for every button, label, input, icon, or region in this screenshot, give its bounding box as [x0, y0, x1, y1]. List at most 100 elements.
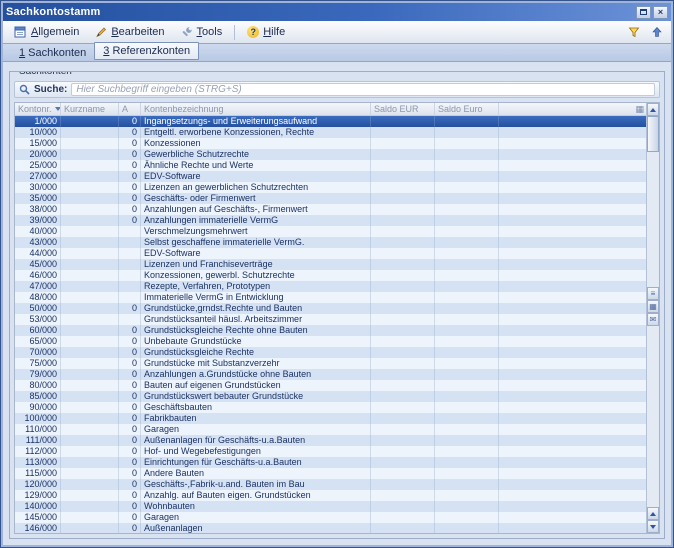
close-button[interactable]: ×	[653, 6, 668, 19]
tab-referenzkonten[interactable]: 3 Referenzkonten	[94, 42, 199, 60]
table-row[interactable]: 90/000 0 Geschäftsbauten	[15, 402, 646, 413]
table-row[interactable]: 65/000 0 Unbebaute Grundstücke	[15, 336, 646, 347]
search-input[interactable]	[71, 83, 655, 96]
table-row[interactable]: 111/000 0 Außenanlagen für Geschäfts-u.a…	[15, 435, 646, 446]
table-row[interactable]: 50/000 0 Grundstücke,grndst.Rechte und B…	[15, 303, 646, 314]
table-row[interactable]: 145/000 0 Garagen	[15, 512, 646, 523]
table-row[interactable]: 146/000 0 Außenanlagen	[15, 523, 646, 533]
cell-saldo-euro	[435, 358, 499, 369]
table-row[interactable]: 43/000 Selbst geschaffene immaterielle V…	[15, 237, 646, 248]
header-kurzname[interactable]: Kurzname	[61, 103, 119, 115]
cell-saldo-euro	[435, 160, 499, 171]
cell-kontonr: 111/000	[15, 435, 61, 446]
table-row[interactable]: 79/000 0 Anzahlungen a.Grundstücke ohne …	[15, 369, 646, 380]
table-row[interactable]: 100/000 0 Fabrikbauten	[15, 413, 646, 424]
table-row[interactable]: 38/000 0 Anzahlungen auf Geschäfts-, Fir…	[15, 204, 646, 215]
table-row[interactable]: 20/000 0 Gewerbliche Schutzrechte	[15, 149, 646, 160]
mail-tool-button[interactable]: ✉	[647, 313, 659, 326]
table-row[interactable]: 45/000 Lizenzen und Franchiseverträge	[15, 259, 646, 270]
table-header: Kontonr. Kurzname A Kontenbezeichnung Sa…	[15, 103, 646, 116]
header-kontonr[interactable]: Kontonr.	[15, 103, 61, 115]
table-row[interactable]: 70/000 0 Grundstücksgleiche Rechte	[15, 347, 646, 358]
scroll-thumb[interactable]	[647, 116, 659, 152]
cell-filler	[499, 237, 646, 248]
cell-bezeichnung: Verschmelzungsmehrwert	[141, 226, 371, 237]
cell-filler	[499, 215, 646, 226]
cell-kontonr: 20/000	[15, 149, 61, 160]
cell-saldo-euro	[435, 292, 499, 303]
cell-kontonr: 43/000	[15, 237, 61, 248]
grid-tool-button[interactable]: ▦	[647, 300, 659, 313]
header-saldo-eur[interactable]: Saldo EUR	[371, 103, 435, 115]
table-row[interactable]: 120/000 0 Geschäfts-,Fabrik-u.and. Baute…	[15, 479, 646, 490]
table-row[interactable]: 27/000 0 EDV-Software	[15, 171, 646, 182]
table-row[interactable]: 1/000 0 Ingangsetzungs- und Erweiterungs…	[15, 116, 646, 127]
scroll-track-lower[interactable]	[647, 326, 659, 507]
window-title: Sachkontostamm	[6, 6, 634, 18]
table-row[interactable]: 47/000 Rezepte, Verfahren, Prototypen	[15, 281, 646, 292]
table-row[interactable]: 129/000 0 Anzahlg. auf Bauten eigen. Gru…	[15, 490, 646, 501]
hilfe-button[interactable]: ? Hilfe	[240, 23, 292, 41]
navigate-up-button[interactable]	[647, 23, 667, 41]
scroll-up-button[interactable]	[647, 103, 659, 116]
cell-filler	[499, 523, 646, 533]
table-row[interactable]: 15/000 0 Konzessionen	[15, 138, 646, 149]
table-row[interactable]: 113/000 0 Einrichtungen für Geschäfts-u.…	[15, 457, 646, 468]
header-saldo-euro[interactable]: Saldo Euro	[435, 103, 499, 115]
table-row[interactable]: 53/000 Grundstücksanteil häusl. Arbeitsz…	[15, 314, 646, 325]
table-row[interactable]: 30/000 0 Lizenzen an gewerblichen Schutz…	[15, 182, 646, 193]
cell-filler	[499, 358, 646, 369]
cell-a	[119, 314, 141, 325]
menu-tool-button[interactable]: ≡	[647, 287, 659, 300]
table-row[interactable]: 39/000 0 Anzahlungen immaterielle VermG	[15, 215, 646, 226]
cell-kurzname	[61, 347, 119, 358]
table-row[interactable]: 112/000 0 Hof- und Wegebefestigungen	[15, 446, 646, 457]
table-row[interactable]: 115/000 0 Andere Bauten	[15, 468, 646, 479]
table-row[interactable]: 75/000 0 Grundstücke mit Substanzverzehr	[15, 358, 646, 369]
table-row[interactable]: 85/000 0 Grundstückswert bebauter Grunds…	[15, 391, 646, 402]
app-window: Sachkontostamm × Allgemein Bearbeiten To…	[0, 0, 674, 548]
cell-kurzname	[61, 193, 119, 204]
header-kontenbezeichnung[interactable]: Kontenbezeichnung	[141, 103, 371, 115]
table-row[interactable]: 80/000 0 Bauten auf eigenen Grundstücken	[15, 380, 646, 391]
allgemein-button[interactable]: Allgemein	[7, 23, 86, 41]
cell-filler	[499, 303, 646, 314]
tools-button[interactable]: Tools	[174, 23, 230, 41]
cell-filler	[499, 226, 646, 237]
scroll-down-button[interactable]	[647, 520, 659, 533]
restore-button[interactable]	[636, 6, 651, 19]
table-row[interactable]: 44/000 EDV-Software	[15, 248, 646, 259]
filter-button[interactable]	[624, 23, 644, 41]
table-row[interactable]: 10/000 0 Entgeltl. erworbene Konzessione…	[15, 127, 646, 138]
header-kontonr-label: Kontonr.	[18, 104, 52, 114]
cell-a: 0	[119, 413, 141, 424]
cell-bezeichnung: Konzessionen, gewerbl. Schutzrechte	[141, 270, 371, 281]
cell-kurzname	[61, 325, 119, 336]
header-a[interactable]: A	[119, 103, 141, 115]
cell-saldo-euro	[435, 314, 499, 325]
column-chooser-icon[interactable]: ▦	[635, 105, 644, 114]
vertical-scrollbar[interactable]: ≡ ▦ ✉	[646, 103, 659, 533]
cell-saldo-euro	[435, 116, 499, 127]
table-row[interactable]: 110/000 0 Garagen	[15, 424, 646, 435]
cell-kurzname	[61, 369, 119, 380]
table-row[interactable]: 40/000 Verschmelzungsmehrwert	[15, 226, 646, 237]
cell-saldo-euro	[435, 468, 499, 479]
cell-saldo-euro	[435, 138, 499, 149]
scroll-up-button-bottom[interactable]	[647, 507, 659, 520]
cell-bezeichnung: Grundstücke,grndst.Rechte und Bauten	[141, 303, 371, 314]
cell-filler	[499, 127, 646, 138]
scroll-track[interactable]	[647, 152, 659, 287]
tab-sachkonten[interactable]: 1 Sachkonten	[11, 45, 94, 61]
cell-bezeichnung: Konzessionen	[141, 138, 371, 149]
bearbeiten-button[interactable]: Bearbeiten	[88, 23, 171, 41]
table-row[interactable]: 25/000 0 Ähnliche Rechte und Werte	[15, 160, 646, 171]
table-row[interactable]: 60/000 0 Grundstücksgleiche Rechte ohne …	[15, 325, 646, 336]
cell-kontonr: 27/000	[15, 171, 61, 182]
groupbox-label: Sachkonten	[16, 71, 75, 77]
table-row[interactable]: 48/000 Immaterielle VermG in Entwicklung	[15, 292, 646, 303]
table-row[interactable]: 35/000 0 Geschäfts- oder Firmenwert	[15, 193, 646, 204]
cell-saldo-euro	[435, 402, 499, 413]
table-row[interactable]: 140/000 0 Wohnbauten	[15, 501, 646, 512]
table-row[interactable]: 46/000 Konzessionen, gewerbl. Schutzrech…	[15, 270, 646, 281]
